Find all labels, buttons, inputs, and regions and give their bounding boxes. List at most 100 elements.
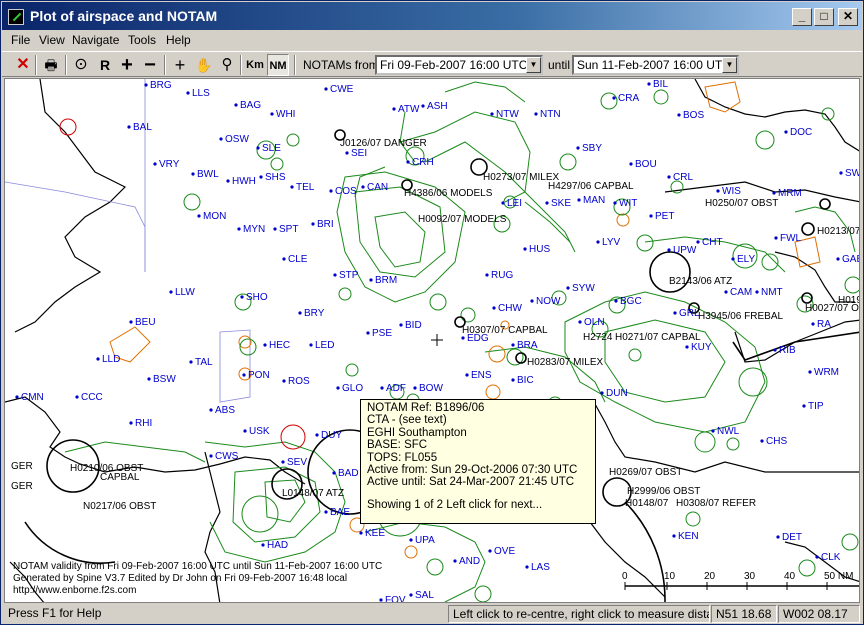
beacon-now[interactable]: NOW bbox=[530, 296, 561, 307]
beacon-bsw[interactable]: BSW bbox=[147, 374, 176, 385]
beacon-man[interactable]: MAN bbox=[577, 195, 605, 206]
beacon-cmn[interactable]: CMN bbox=[15, 392, 44, 403]
beacon-det[interactable]: DET bbox=[776, 532, 802, 543]
notam-tooltip[interactable]: NOTAM Ref: B1896/06 CTA - (see text) EGH… bbox=[360, 399, 596, 524]
crosshair-icon[interactable]: + bbox=[169, 54, 191, 76]
notam-label[interactable]: N0217/06 OBST bbox=[83, 501, 156, 512]
beacon-gab[interactable]: GAB bbox=[836, 254, 860, 265]
print-icon[interactable]: 🖶 bbox=[40, 54, 62, 76]
beacon-can[interactable]: CAN bbox=[361, 182, 388, 193]
beacon-bal[interactable]: BAL bbox=[127, 122, 152, 133]
beacon-osw[interactable]: OSW bbox=[219, 134, 249, 145]
menu-tools[interactable]: Tools bbox=[128, 33, 156, 47]
minimize-button[interactable]: _ bbox=[792, 8, 812, 26]
beacon-pet[interactable]: PET bbox=[649, 211, 674, 222]
notam-label[interactable]: H3945/06 FREBAL bbox=[698, 311, 783, 322]
beacon-abs[interactable]: ABS bbox=[209, 405, 235, 416]
beacon-brm[interactable]: BRM bbox=[369, 275, 397, 286]
notam-label[interactable]: H0271/07 CAPBAL bbox=[615, 332, 701, 343]
beacon-dun[interactable]: DUN bbox=[600, 388, 628, 399]
centre-icon[interactable]: ⊙ bbox=[70, 54, 92, 76]
tooltip-footer[interactable]: Showing 1 of 2 Left click for next... bbox=[367, 499, 589, 511]
beacon-sby[interactable]: SBY bbox=[576, 143, 602, 154]
beacon-atw[interactable]: ATW bbox=[392, 104, 420, 115]
beacon-had[interactable]: HAD bbox=[261, 540, 288, 551]
dropdown-arrow-icon[interactable]: ▼ bbox=[526, 57, 541, 73]
beacon-wis[interactable]: WIS bbox=[716, 186, 741, 197]
beacon-chs[interactable]: CHS bbox=[760, 436, 787, 447]
beacon-bry[interactable]: BRY bbox=[298, 308, 325, 319]
menu-help[interactable]: Help bbox=[166, 33, 191, 47]
beacon-bow[interactable]: BOW bbox=[413, 383, 443, 394]
beacon-hec[interactable]: HEC bbox=[263, 340, 290, 351]
beacon-bos[interactable]: BOS bbox=[677, 110, 704, 121]
beacon-chw[interactable]: CHW bbox=[492, 303, 522, 314]
beacon-bag[interactable]: BAG bbox=[234, 100, 261, 111]
beacon-usk[interactable]: USK bbox=[243, 426, 270, 437]
pan-hand-icon[interactable]: ✋ bbox=[193, 54, 215, 76]
notam-label[interactable]: B2143/06 ATZ bbox=[669, 276, 732, 287]
beacon-llw[interactable]: LLW bbox=[169, 287, 195, 298]
beacon-beu[interactable]: BEU bbox=[129, 317, 156, 328]
beacon-led[interactable]: LED bbox=[309, 340, 334, 351]
beacon-bou[interactable]: BOU bbox=[629, 159, 657, 170]
notam-label[interactable]: H0148/07 bbox=[625, 498, 669, 509]
beacon-bwl[interactable]: BWL bbox=[191, 169, 219, 180]
beacon-sle[interactable]: SLE bbox=[256, 143, 281, 154]
beacon-spt[interactable]: SPT bbox=[273, 224, 298, 235]
beacon-cwe[interactable]: CWE bbox=[324, 84, 354, 95]
units-km-button[interactable]: Km bbox=[244, 54, 266, 76]
beacon-ntn[interactable]: NTN bbox=[534, 109, 561, 120]
maximize-button[interactable]: □ bbox=[814, 8, 834, 26]
beacon-rhi[interactable]: RHI bbox=[129, 418, 152, 429]
beacon-crl[interactable]: CRL bbox=[667, 172, 693, 183]
beacon-kee[interactable]: KEE bbox=[359, 528, 385, 539]
beacon-vry[interactable]: VRY bbox=[153, 159, 180, 170]
beacon-upa[interactable]: UPA bbox=[409, 535, 435, 546]
notam-label[interactable]: GER bbox=[11, 481, 33, 492]
menu-file[interactable]: File bbox=[11, 33, 30, 47]
notam-label[interactable]: H2724 bbox=[583, 332, 613, 343]
beacon-sal[interactable]: SAL bbox=[409, 590, 434, 601]
title-bar[interactable]: Plot of airspace and NOTAM _ □ ✕ bbox=[2, 2, 862, 30]
menu-navigate[interactable]: Navigate bbox=[72, 33, 119, 47]
beacon-syw[interactable]: SYW bbox=[566, 283, 595, 294]
beacon-ccc[interactable]: CCC bbox=[75, 392, 103, 403]
beacon-bid[interactable]: BID bbox=[399, 320, 422, 331]
beacon-sev[interactable]: SEV bbox=[281, 457, 307, 468]
beacon-fov[interactable]: FOV bbox=[379, 595, 406, 603]
notam-label[interactable]: H019 bbox=[838, 295, 860, 306]
beacon-mon[interactable]: MON bbox=[197, 211, 226, 222]
beacon-upw[interactable]: UPW bbox=[667, 245, 697, 256]
beacon-cos[interactable]: COS bbox=[329, 186, 357, 197]
notam-label[interactable]: H0308/07 REFER bbox=[676, 498, 756, 509]
beacon-ash[interactable]: ASH bbox=[421, 101, 448, 112]
beacon-lld[interactable]: LLD bbox=[96, 354, 120, 365]
beacon-rug[interactable]: RUG bbox=[485, 270, 513, 281]
notam-label[interactable]: J0126/07 DANGER bbox=[340, 138, 427, 149]
beacon-hwh[interactable]: HWH bbox=[226, 176, 256, 187]
beacon-crh[interactable]: CRH bbox=[406, 157, 434, 168]
beacon-swa[interactable]: SWA bbox=[839, 168, 860, 179]
find-icon[interactable]: ⚲ bbox=[216, 54, 238, 76]
beacon-grl[interactable]: GRL bbox=[673, 308, 700, 319]
close-button[interactable]: ✕ bbox=[838, 8, 858, 26]
beacon-sei[interactable]: SEI bbox=[345, 148, 367, 159]
beacon-las[interactable]: LAS bbox=[525, 562, 550, 573]
reset-icon[interactable]: R bbox=[94, 54, 116, 76]
until-date-select[interactable]: Sun 11-Feb-2007 16:00 UTC ▼ bbox=[572, 55, 739, 75]
beacon-rib[interactable]: RIB bbox=[773, 345, 796, 356]
notam-label[interactable]: CAPBAL bbox=[100, 472, 140, 483]
beacon-nwl[interactable]: NWL bbox=[711, 426, 740, 437]
beacon-ntw[interactable]: NTW bbox=[490, 109, 519, 120]
units-nm-button[interactable]: NM bbox=[267, 54, 289, 76]
beacon-lls[interactable]: LLS bbox=[186, 88, 210, 99]
beacon-stp[interactable]: STP bbox=[333, 270, 359, 281]
beacon-ens[interactable]: ENS bbox=[465, 370, 492, 381]
beacon-tal[interactable]: TAL bbox=[189, 357, 213, 368]
map-canvas[interactable]: BRG LLS BAG WHI BAL OSW SLE VRY BWL HWH SHS TEL MON M… bbox=[5, 79, 860, 603]
beacon-ra[interactable]: RA bbox=[811, 319, 831, 330]
from-date-select[interactable]: Fri 09-Feb-2007 16:00 UTC ▼ bbox=[375, 55, 543, 75]
beacon-lyv[interactable]: LYV bbox=[596, 237, 620, 248]
beacon-doc[interactable]: DOC bbox=[784, 127, 812, 138]
